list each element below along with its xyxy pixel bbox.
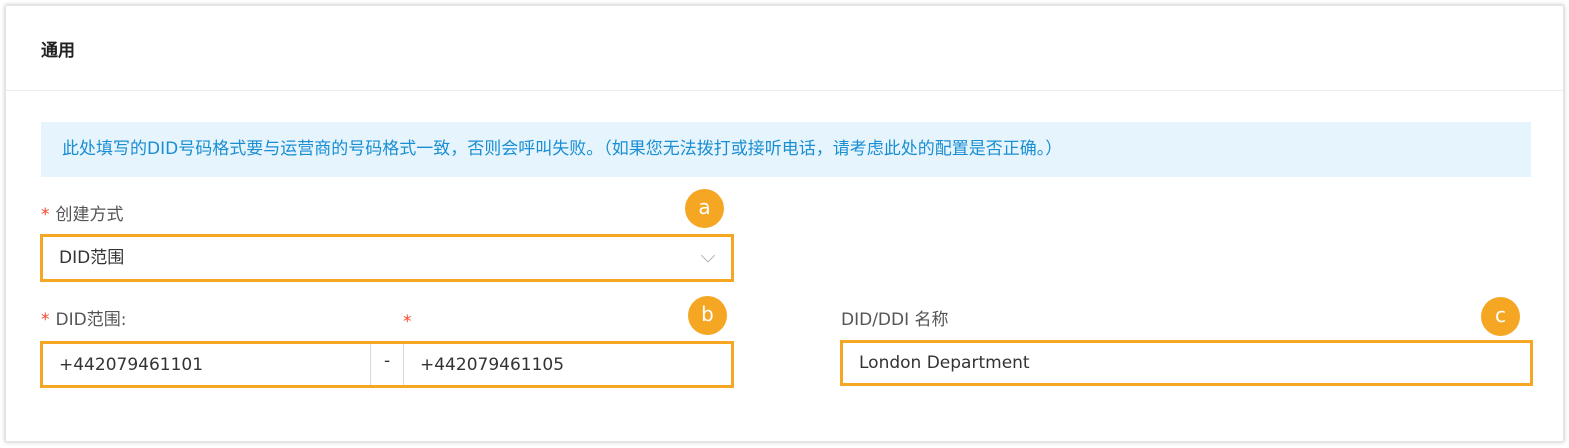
required-mark: * xyxy=(41,205,50,225)
did-range-start-input[interactable]: +442079461101 xyxy=(42,343,371,386)
info-alert: 此处填写的DID号码格式要与运营商的号码格式一致，否则会呼叫失败。（如果您无法拨… xyxy=(41,122,1531,177)
callout-badge-a: a xyxy=(685,189,724,228)
did-range-end-value: +442079461105 xyxy=(420,354,565,375)
range-separator: - xyxy=(384,351,391,371)
callout-badge-c: c xyxy=(1481,297,1520,336)
section-title: 通用 xyxy=(41,41,75,61)
chevron-down-icon xyxy=(700,248,716,263)
general-settings-card: 通用 此处填写的DID号码格式要与运营商的号码格式一致，否则会呼叫失败。（如果您… xyxy=(5,5,1564,442)
card-header: 通用 xyxy=(6,6,1563,91)
create-method-label-row: * 创建方式 xyxy=(41,204,124,226)
alert-text: 此处填写的DID号码格式要与运营商的号码格式一致，否则会呼叫失败。（如果您无法拨… xyxy=(62,139,1063,159)
required-mark: * xyxy=(41,310,50,330)
did-range-end-required-mark: * xyxy=(403,312,412,332)
did-range-label: DID范围: xyxy=(55,310,127,330)
did-name-label: DID/DDI 名称 xyxy=(841,310,949,330)
did-name-value: London Department xyxy=(859,353,1030,373)
callout-badge-b: b xyxy=(688,296,727,335)
did-range-label-row: * DID范围: xyxy=(41,309,126,331)
did-range-end-input[interactable]: +442079461105 xyxy=(403,343,732,386)
create-method-select[interactable]: DID范围 xyxy=(42,236,732,280)
create-method-value: DID范围 xyxy=(59,248,125,268)
create-method-label: 创建方式 xyxy=(55,205,124,225)
did-range-start-value: +442079461101 xyxy=(59,354,204,375)
did-name-input[interactable]: London Department xyxy=(842,342,1531,384)
